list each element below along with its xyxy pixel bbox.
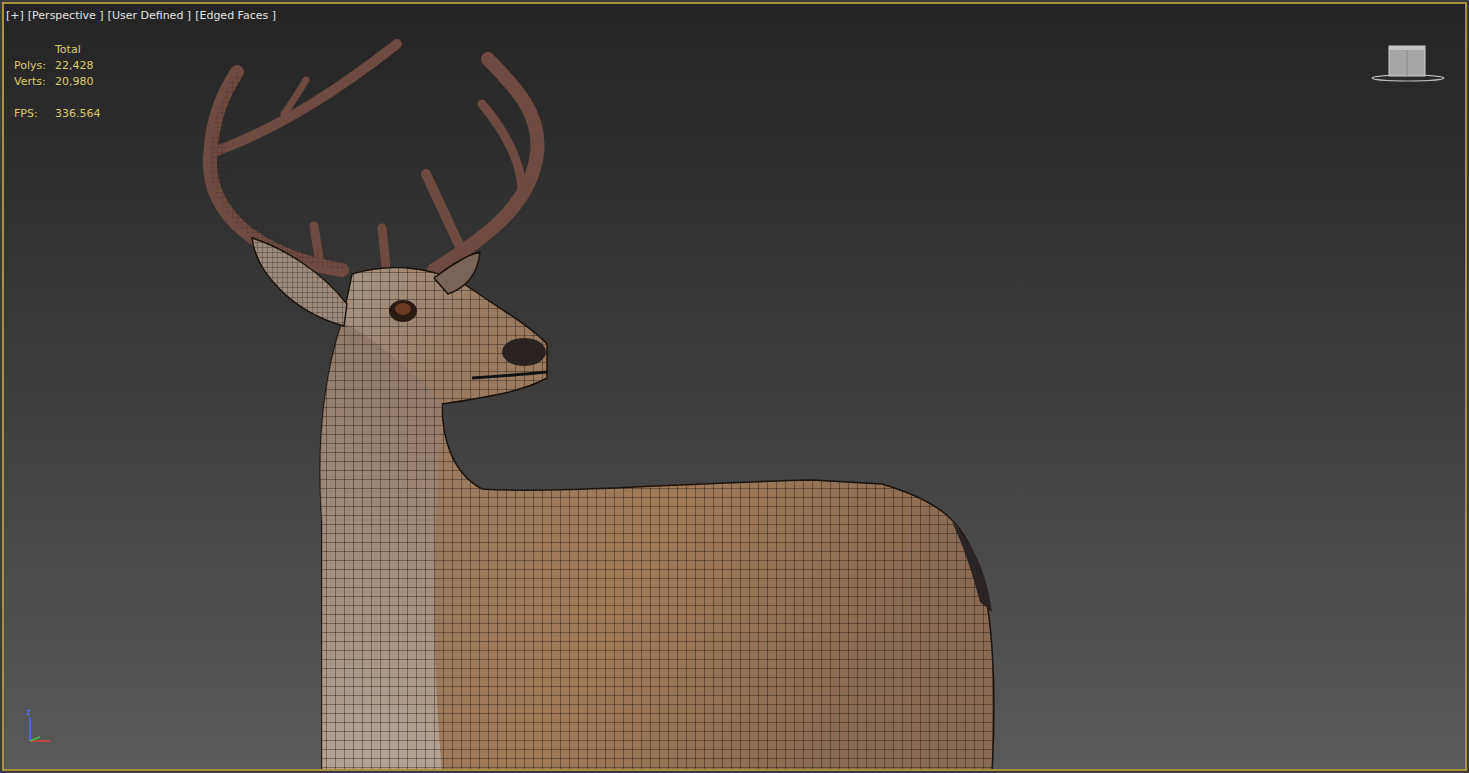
fps-label: FPS: [14,106,55,122]
viewport-label[interactable]: [User Defined ] [108,9,192,23]
stats-panel: TotalPolys:22,428Verts:20,980FPS:336.564 [14,42,101,122]
viewport-label[interactable]: [Perspective ] [28,9,104,23]
axis-label: z [26,707,31,717]
stats-value: 20,980 [55,74,101,90]
deer-model [4,4,1467,771]
axis-gizmo-icon [22,713,56,747]
stats-gap [14,90,101,106]
viewcube-icon[interactable] [1369,40,1447,84]
stats-label: Polys: [14,58,55,74]
stats-value: 22,428 [55,58,101,74]
viewport-label[interactable]: [Edged Faces ] [195,9,276,23]
viewport[interactable]: [+] [Perspective ] [User Defined ][Edged F… [2,2,1467,771]
viewport-label[interactable]: [+] [6,9,24,23]
viewport-frame: [+] [Perspective ] [User Defined ][Edged F… [0,0,1469,773]
stats-spacer [14,42,55,58]
stats-label: Verts: [14,74,55,90]
viewport-labels: [+] [Perspective ] [User Defined ][Edged F… [6,9,276,23]
fps-value: 336.564 [55,106,101,122]
stats-header: Total [55,42,101,58]
